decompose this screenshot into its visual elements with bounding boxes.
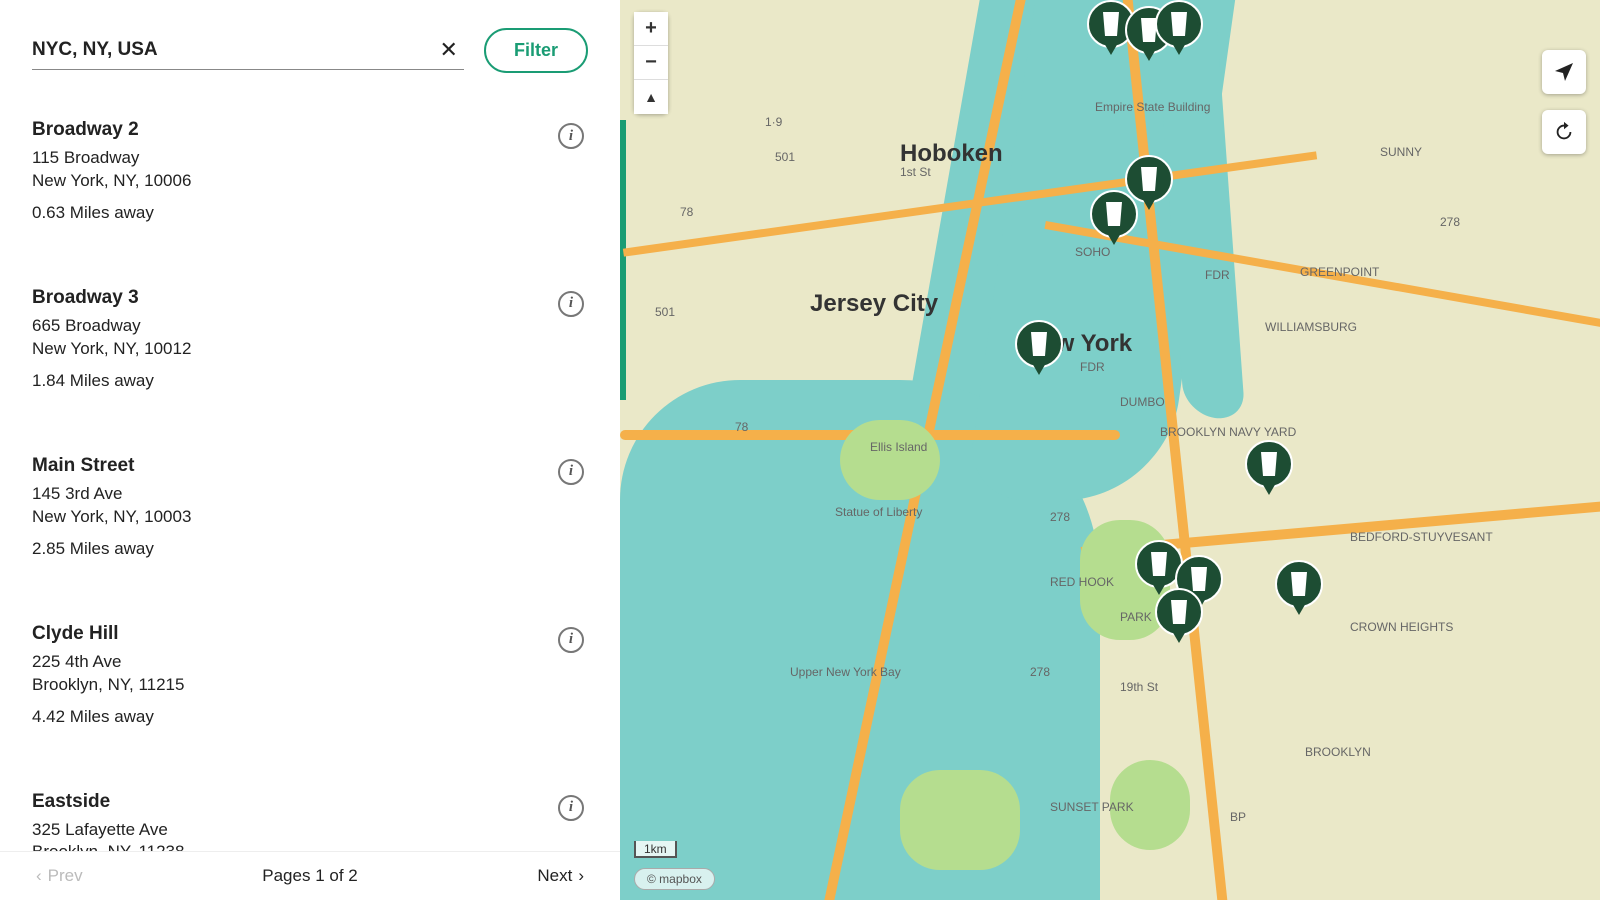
map[interactable]: HobokenJersey CityNew YorkEmpire State B… bbox=[620, 0, 1600, 900]
map-label: FDR bbox=[1205, 268, 1230, 282]
cup-icon bbox=[1169, 600, 1189, 624]
map-park bbox=[900, 770, 1020, 870]
map-label: Jersey City bbox=[810, 290, 938, 318]
map-label: BP bbox=[1230, 810, 1246, 824]
refresh-button[interactable] bbox=[1542, 110, 1586, 154]
location-name: Broadway 2 bbox=[32, 119, 588, 141]
cup-icon bbox=[1259, 452, 1279, 476]
map-label: 278 bbox=[1440, 215, 1460, 229]
chevron-left-icon: ‹ bbox=[36, 866, 42, 886]
map-label: RED HOOK bbox=[1050, 575, 1114, 589]
clear-search-button[interactable]: ✕ bbox=[434, 37, 464, 63]
location-name: Broadway 3 bbox=[32, 287, 588, 309]
location-distance: 4.42 Miles away bbox=[32, 707, 588, 727]
info-button[interactable]: i bbox=[558, 123, 584, 149]
map-label: DUMBO bbox=[1120, 395, 1165, 409]
map-park bbox=[840, 420, 940, 500]
map-label: 78 bbox=[735, 420, 748, 434]
map-label: PARK bbox=[1120, 610, 1152, 624]
map-label: Empire State Building bbox=[1095, 100, 1210, 114]
list-item[interactable]: Broadway 3 665 BroadwayNew York, NY, 100… bbox=[0, 273, 620, 441]
map-pin[interactable] bbox=[1015, 320, 1065, 380]
next-button[interactable]: Next › bbox=[537, 866, 584, 886]
info-button[interactable]: i bbox=[558, 627, 584, 653]
location-address: 665 BroadwayNew York, NY, 10012 bbox=[32, 315, 588, 361]
map-label: Ellis Island bbox=[870, 440, 927, 454]
list-item[interactable]: Eastside 325 Lafayette AveBrooklyn, NY, … bbox=[0, 777, 620, 852]
location-distance: 1.84 Miles away bbox=[32, 371, 588, 391]
zoom-in-button[interactable]: + bbox=[634, 12, 668, 46]
list-item[interactable]: Clyde Hill 225 4th AveBrooklyn, NY, 1121… bbox=[0, 609, 620, 777]
location-address: 115 BroadwayNew York, NY, 10006 bbox=[32, 147, 588, 193]
location-distance: 0.63 Miles away bbox=[32, 203, 588, 223]
cup-icon bbox=[1104, 202, 1124, 226]
map-label: BROOKLYN bbox=[1305, 745, 1371, 759]
map-label: SUNSET PARK bbox=[1050, 800, 1134, 814]
location-distance: 2.85 Miles away bbox=[32, 539, 588, 559]
search-input[interactable] bbox=[32, 39, 434, 61]
search-row: ✕ Filter bbox=[0, 0, 620, 85]
map-pin[interactable] bbox=[1090, 190, 1140, 250]
info-button[interactable]: i bbox=[558, 291, 584, 317]
sidebar: ✕ Filter Broadway 2 115 BroadwayNew York… bbox=[0, 0, 620, 900]
location-address: 225 4th AveBrooklyn, NY, 11215 bbox=[32, 651, 588, 697]
locate-me-button[interactable] bbox=[1542, 50, 1586, 94]
reset-bearing-button[interactable]: ▲ bbox=[634, 80, 668, 114]
map-zoom-control: + − ▲ bbox=[634, 12, 668, 114]
cup-icon bbox=[1149, 552, 1169, 576]
location-name: Clyde Hill bbox=[32, 623, 588, 645]
map-pin[interactable] bbox=[1155, 588, 1205, 648]
map-label: CROWN HEIGHTS bbox=[1350, 620, 1453, 634]
info-button[interactable]: i bbox=[558, 795, 584, 821]
cup-icon bbox=[1289, 572, 1309, 596]
cup-icon bbox=[1169, 12, 1189, 36]
map-accent-bar bbox=[620, 120, 626, 400]
map-attribution: © mapbox bbox=[634, 868, 715, 890]
filter-button[interactable]: Filter bbox=[484, 28, 588, 73]
map-pin[interactable] bbox=[1155, 0, 1205, 60]
map-label: 501 bbox=[655, 305, 675, 319]
search-box: ✕ bbox=[32, 31, 464, 70]
location-address: 325 Lafayette AveBrooklyn, NY, 11238 bbox=[32, 819, 588, 852]
prev-button: ‹ Prev bbox=[36, 866, 83, 886]
map-label: 278 bbox=[1030, 665, 1050, 679]
list-item[interactable]: Main Street 145 3rd AveNew York, NY, 100… bbox=[0, 441, 620, 609]
cup-icon bbox=[1029, 332, 1049, 356]
map-scale: 1km bbox=[634, 841, 677, 858]
cup-icon bbox=[1101, 12, 1121, 36]
list-item[interactable]: Broadway 2 115 BroadwayNew York, NY, 100… bbox=[0, 105, 620, 273]
map-label: GREENPOINT bbox=[1300, 265, 1379, 279]
chevron-right-icon: › bbox=[578, 866, 584, 886]
location-address: 145 3rd AveNew York, NY, 10003 bbox=[32, 483, 588, 529]
location-name: Main Street bbox=[32, 455, 588, 477]
map-label: 278 bbox=[1050, 510, 1070, 524]
map-label: Hoboken bbox=[900, 140, 1003, 168]
map-label: BROOKLYN NAVY YARD bbox=[1160, 425, 1296, 439]
map-label: 78 bbox=[680, 205, 693, 219]
cup-icon bbox=[1139, 167, 1159, 191]
refresh-icon bbox=[1553, 121, 1575, 143]
map-label: Upper New York Bay bbox=[790, 665, 901, 679]
map-label: Statue of Liberty bbox=[835, 505, 922, 519]
map-label: 19th St bbox=[1120, 680, 1158, 694]
info-button[interactable]: i bbox=[558, 459, 584, 485]
zoom-out-button[interactable]: − bbox=[634, 46, 668, 80]
location-list: Broadway 2 115 BroadwayNew York, NY, 100… bbox=[0, 85, 620, 851]
map-label: 1st St bbox=[900, 165, 931, 179]
map-label: 501 bbox=[775, 150, 795, 164]
map-label: FDR bbox=[1080, 360, 1105, 374]
pages-label: Pages 1 of 2 bbox=[262, 866, 357, 886]
map-label: BEDFORD-STUYVESANT bbox=[1350, 530, 1493, 544]
map-pin[interactable] bbox=[1245, 440, 1295, 500]
map-pin[interactable] bbox=[1275, 560, 1325, 620]
location-arrow-icon bbox=[1552, 60, 1576, 84]
map-label: WILLIAMSBURG bbox=[1265, 320, 1357, 334]
map-label: SUNNY bbox=[1380, 145, 1422, 159]
map-label: 1·9 bbox=[765, 115, 782, 129]
location-name: Eastside bbox=[32, 791, 588, 813]
pager: ‹ Prev Pages 1 of 2 Next › bbox=[0, 851, 620, 900]
